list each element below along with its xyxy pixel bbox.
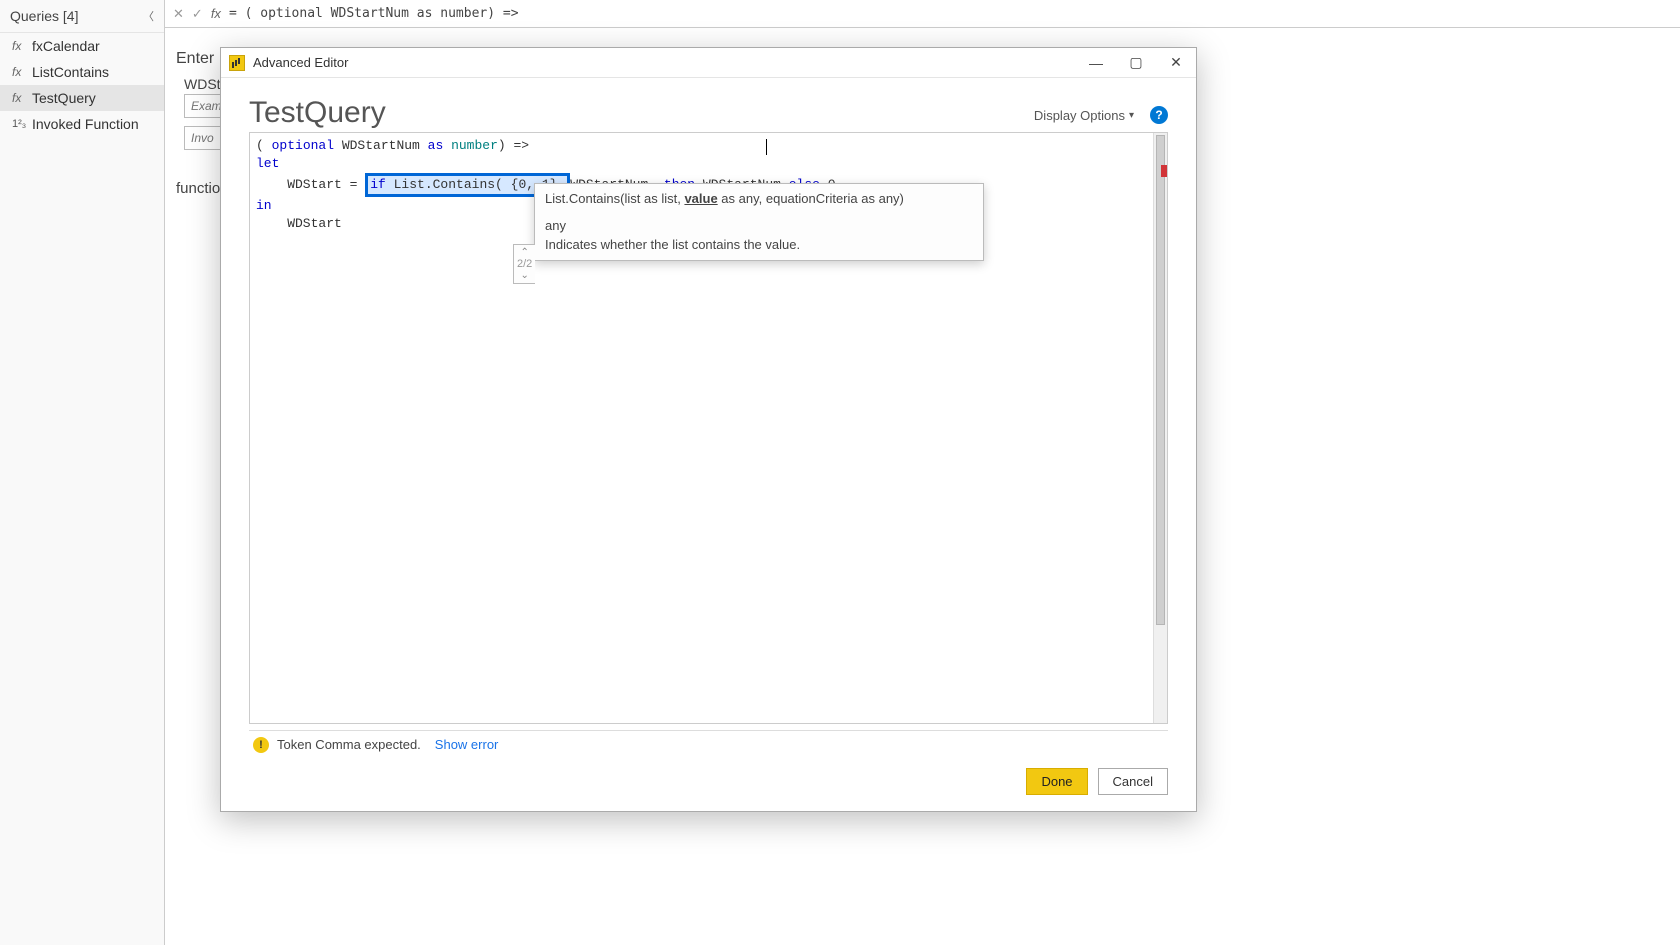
error-message: Token Comma expected. — [277, 737, 421, 752]
dialog-body: TestQuery Display Options ▾ ? ( optional… — [221, 78, 1196, 758]
cancel-button[interactable]: Cancel — [1098, 768, 1168, 795]
minimize-button[interactable]: — — [1076, 48, 1116, 78]
tooltip-signature: List.Contains(list as list, value as any… — [535, 184, 983, 212]
show-error-link[interactable]: Show error — [435, 737, 499, 752]
sidebar-item-invoked-function[interactable]: 1²₃ Invoked Function — [0, 111, 164, 137]
tooltip-overload-nav[interactable]: ⌃ 2/2 ⌄ — [513, 244, 535, 284]
function-icon: fx — [12, 91, 26, 105]
function-icon: fx — [12, 39, 26, 53]
scrollbar-thumb[interactable] — [1156, 135, 1165, 625]
chevron-down-icon: ▾ — [1129, 110, 1134, 121]
queries-sidebar: Queries [4] 〈 fx fxCalendar fx ListConta… — [0, 0, 165, 945]
done-button[interactable]: Done — [1026, 768, 1087, 795]
powerbi-app-icon — [229, 55, 245, 71]
vertical-scrollbar[interactable] — [1153, 133, 1167, 723]
code-editor[interactable]: ( optional WDStartNum as number) => let … — [249, 132, 1168, 724]
sidebar-item-listcontains[interactable]: fx ListContains — [0, 59, 164, 85]
tooltip-description: Indicates whether the list contains the … — [535, 235, 983, 260]
fx-icon[interactable]: fx — [211, 6, 221, 21]
advanced-editor-dialog: Advanced Editor — ▢ ✕ TestQuery Display … — [220, 47, 1197, 812]
warning-icon: ! — [253, 737, 269, 753]
sidebar-item-label: fxCalendar — [32, 38, 100, 54]
nav-up-icon[interactable]: ⌃ — [520, 247, 528, 258]
dialog-button-row: Done Cancel — [221, 758, 1196, 811]
queries-header-label: Queries [4] — [10, 8, 78, 24]
overload-count: 2/2 — [517, 258, 532, 270]
discard-icon[interactable]: ✕ — [173, 6, 184, 22]
text-cursor — [766, 139, 767, 155]
display-options-dropdown[interactable]: Display Options ▾ — [1034, 108, 1134, 123]
nav-down-icon[interactable]: ⌄ — [520, 270, 528, 281]
formula-bar: ✕ ✓ fx = ( optional WDStartNum as number… — [165, 0, 1680, 28]
commit-icon[interactable]: ✓ — [192, 6, 203, 22]
number-type-icon: 1²₃ — [12, 118, 26, 130]
sidebar-item-label: ListContains — [32, 64, 109, 80]
error-status-bar: ! Token Comma expected. Show error — [249, 730, 1168, 758]
sidebar-item-label: TestQuery — [32, 90, 96, 106]
close-button[interactable]: ✕ — [1156, 48, 1196, 78]
error-marker[interactable] — [1161, 165, 1167, 177]
maximize-button[interactable]: ▢ — [1116, 48, 1156, 78]
help-icon[interactable]: ? — [1150, 106, 1168, 124]
formula-text[interactable]: = ( optional WDStartNum as number) => — [229, 6, 519, 21]
tooltip-return-type: any — [535, 212, 983, 235]
dialog-titlebar[interactable]: Advanced Editor — ▢ ✕ — [221, 48, 1196, 78]
queries-header[interactable]: Queries [4] 〈 — [0, 0, 164, 33]
sidebar-item-fxcalendar[interactable]: fx fxCalendar — [0, 33, 164, 59]
collapse-chevron-icon[interactable]: 〈 — [143, 8, 154, 24]
dialog-title: Advanced Editor — [253, 55, 1076, 70]
intellisense-tooltip: ⌃ 2/2 ⌄ List.Contains(list as list, valu… — [534, 183, 984, 261]
sidebar-item-label: Invoked Function — [32, 116, 139, 132]
display-options-label: Display Options — [1034, 108, 1125, 123]
function-icon: fx — [12, 65, 26, 79]
sidebar-item-testquery[interactable]: fx TestQuery — [0, 85, 164, 111]
